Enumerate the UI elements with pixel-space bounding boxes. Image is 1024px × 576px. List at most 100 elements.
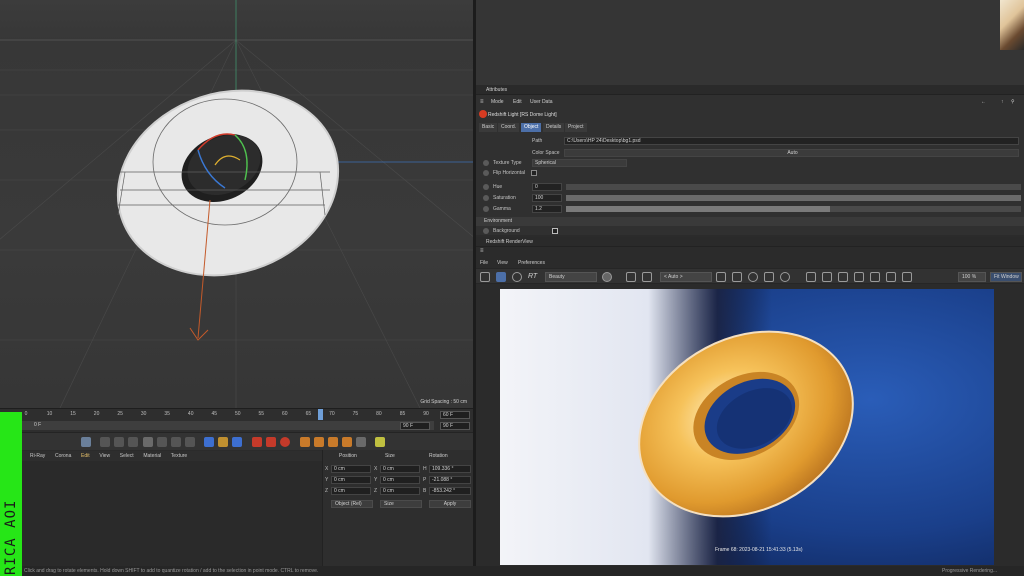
- rotation-p-field[interactable]: -21.088 °: [429, 476, 471, 484]
- record-keys-icon[interactable]: [81, 437, 91, 447]
- up-arrow-icon[interactable]: ↑: [1001, 99, 1004, 105]
- saturation-field[interactable]: 100: [532, 194, 562, 202]
- tab-basic[interactable]: Basic: [479, 123, 498, 132]
- lock-icon[interactable]: [716, 272, 726, 282]
- loop-icon[interactable]: [204, 437, 214, 447]
- environment-section[interactable]: Environment: [476, 217, 1024, 226]
- coordinate-mode-select[interactable]: Object (Rel): [331, 500, 373, 508]
- hamburger-icon[interactable]: ≡: [480, 99, 484, 105]
- rt-icon[interactable]: RT: [528, 273, 537, 280]
- film-icon[interactable]: [480, 272, 490, 282]
- zoom-select[interactable]: 100 %: [958, 272, 986, 282]
- background-checkbox[interactable]: [552, 228, 558, 234]
- next-key-icon[interactable]: [171, 437, 181, 447]
- playhead[interactable]: [318, 409, 324, 420]
- autokey-icon[interactable]: [266, 437, 276, 447]
- menu-rs-ray[interactable]: Ri-Ray: [30, 451, 45, 461]
- key-param-icon[interactable]: [342, 437, 352, 447]
- path-field[interactable]: C:\Users\HP 24\Desktop\bg1.psd: [564, 137, 1019, 145]
- menu-corona[interactable]: Corona: [55, 451, 71, 461]
- color-space-select[interactable]: Auto: [564, 149, 1019, 157]
- menu-preferences[interactable]: Preferences: [518, 260, 545, 266]
- next-frame-icon[interactable]: [157, 437, 167, 447]
- max-frame-field[interactable]: 90 F: [440, 422, 470, 430]
- circle-icon[interactable]: [780, 272, 790, 282]
- saturation-slider[interactable]: [566, 195, 1021, 201]
- record-active-icon[interactable]: [252, 437, 262, 447]
- fit-icon[interactable]: [806, 272, 816, 282]
- menu-mode[interactable]: Mode: [491, 99, 504, 105]
- snowflake-icon[interactable]: [748, 272, 758, 282]
- 3d-viewport[interactable]: Grid Spacing : 50 cm: [0, 0, 473, 408]
- prev-key-icon[interactable]: [114, 437, 124, 447]
- play-icon[interactable]: [143, 437, 153, 447]
- menu-edit[interactable]: Edit: [81, 451, 90, 461]
- aov-select[interactable]: Beauty: [545, 272, 597, 282]
- hue-slider[interactable]: [566, 184, 1021, 190]
- expand-icon[interactable]: [838, 272, 848, 282]
- refresh-icon[interactable]: [512, 272, 522, 282]
- timeline-ruler[interactable]: 0 10 15 20 25 30 35 40 45 50 55 60 65 70 75 80 85 90: [14, 409, 434, 420]
- fit-window-button[interactable]: Fit Window: [990, 272, 1022, 282]
- tab-coord[interactable]: Coord.: [498, 123, 520, 132]
- record-icon[interactable]: [280, 437, 290, 447]
- menu-edit-attr[interactable]: Edit: [513, 99, 522, 105]
- size-x-field[interactable]: 0 cm: [380, 465, 420, 473]
- checker-icon[interactable]: [764, 272, 774, 282]
- render-image[interactable]: Frame 68: 2023-08-21 15:41:33 (5.13s): [500, 289, 994, 565]
- end-frame-field[interactable]: 60 F: [440, 411, 470, 419]
- menu-file[interactable]: File: [480, 260, 488, 266]
- gear-icon[interactable]: [822, 272, 832, 282]
- compare-icon[interactable]: [886, 272, 896, 282]
- timeline-range-bar[interactable]: 0 F: [14, 421, 434, 430]
- scheme-icon[interactable]: [375, 437, 385, 447]
- tab-details[interactable]: Details: [543, 123, 565, 132]
- material-manager-area[interactable]: [22, 461, 322, 566]
- gamma-field[interactable]: 1.2: [532, 205, 562, 213]
- motion-path-icon[interactable]: [218, 437, 228, 447]
- menu-view-rv[interactable]: View: [497, 260, 508, 266]
- hue-field[interactable]: 0: [532, 183, 562, 191]
- rotation-h-field[interactable]: 109.336 °: [429, 465, 471, 473]
- menu-user-data[interactable]: User Data: [530, 99, 553, 105]
- key-pla-icon[interactable]: [356, 437, 366, 447]
- menu-view[interactable]: View: [99, 451, 110, 461]
- rotation-b-field[interactable]: -853.242 °: [429, 487, 471, 495]
- key-scale-icon[interactable]: [328, 437, 338, 447]
- position-z-field[interactable]: 0 cm: [331, 487, 371, 495]
- size-y-field[interactable]: 0 cm: [380, 476, 420, 484]
- snapshot-icon[interactable]: [870, 272, 880, 282]
- hamburger-icon[interactable]: ≡: [480, 248, 484, 254]
- crop-icon[interactable]: [642, 272, 652, 282]
- back-arrow-icon[interactable]: ←: [981, 99, 986, 105]
- prev-frame-icon[interactable]: [128, 437, 138, 447]
- animate-dot-icon[interactable]: [483, 170, 489, 176]
- menu-texture[interactable]: Texture: [171, 451, 187, 461]
- position-y-field[interactable]: 0 cm: [331, 476, 371, 484]
- key-position-icon[interactable]: [300, 437, 310, 447]
- animate-dot-icon[interactable]: [483, 160, 489, 166]
- size-z-field[interactable]: 0 cm: [380, 487, 420, 495]
- tab-object[interactable]: Object: [521, 123, 542, 132]
- apply-button[interactable]: Apply: [429, 500, 471, 508]
- keyframe-select-icon[interactable]: [232, 437, 242, 447]
- position-x-field[interactable]: 0 cm: [331, 465, 371, 473]
- tab-project[interactable]: Project: [565, 123, 587, 132]
- animate-dot-icon[interactable]: [483, 195, 489, 201]
- go-end-icon[interactable]: [185, 437, 195, 447]
- render-icon[interactable]: [496, 272, 506, 282]
- grid-icon[interactable]: [732, 272, 742, 282]
- region-icon[interactable]: [626, 272, 636, 282]
- animate-dot-icon[interactable]: [483, 206, 489, 212]
- auto-select[interactable]: < Auto >: [660, 272, 712, 282]
- color-wheel-icon[interactable]: [602, 272, 612, 282]
- menu-material[interactable]: Material: [143, 451, 161, 461]
- texture-type-select[interactable]: Spherical: [532, 159, 627, 167]
- animate-dot-icon[interactable]: [483, 228, 489, 234]
- search-icon[interactable]: ⚲: [1011, 99, 1015, 105]
- flip-horizontal-checkbox[interactable]: [531, 170, 537, 176]
- preview-frame-field[interactable]: 90 F: [400, 422, 430, 430]
- go-start-icon[interactable]: [100, 437, 110, 447]
- timeline[interactable]: 0 10 15 20 25 30 35 40 45 50 55 60 65 70 75 80 85 90 0 F …: [0, 408, 473, 432]
- animate-dot-icon[interactable]: [483, 184, 489, 190]
